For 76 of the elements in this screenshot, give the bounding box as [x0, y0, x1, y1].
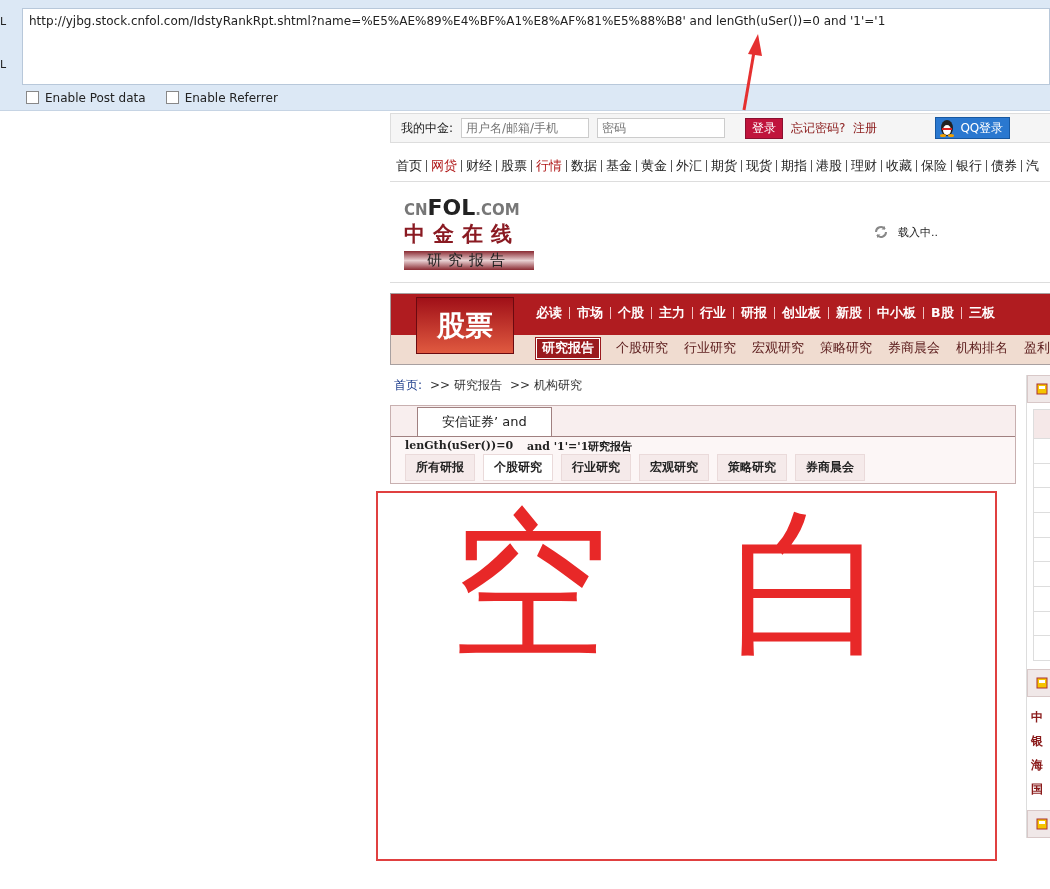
nav-link[interactable]: 银行 — [956, 157, 982, 175]
breadcrumb-link[interactable]: >> 研究报告 — [430, 376, 502, 394]
subnav-tab[interactable]: 行业研究 — [684, 339, 736, 357]
nav-link[interactable]: 创业板 — [782, 304, 821, 322]
nav-link[interactable]: 保险 — [921, 157, 947, 175]
nav-link[interactable]: 主力 — [659, 304, 685, 322]
nav-link[interactable]: 汽 — [1026, 157, 1039, 175]
sidebar-link[interactable]: 银 — [1031, 733, 1050, 750]
subnav-tab[interactable]: 机构排名 — [956, 339, 1008, 357]
report-tab[interactable]: 所有研报 — [405, 454, 475, 481]
nav-link[interactable]: 外汇 — [676, 157, 702, 175]
register-link[interactable]: 注册 — [853, 119, 878, 137]
login-button[interactable]: 登录 — [745, 117, 784, 139]
handwritten-note: 空白 — [450, 505, 1010, 665]
sidebar-link[interactable]: 海 — [1031, 757, 1050, 774]
title-overflow-text: lenGth(uSer())=0 — [405, 439, 514, 454]
site-logo[interactable]: CNFOL.COM 中金在线 研究报告 — [404, 194, 534, 270]
nav-link[interactable]: 财经 — [466, 157, 492, 175]
nav-link[interactable]: 中小板 — [877, 304, 916, 322]
loading-text: 载入中.. — [898, 224, 938, 240]
sidebar-link[interactable]: 中 — [1031, 709, 1050, 726]
breadcrumb-link[interactable]: 首页: — [394, 376, 423, 394]
checkbox-label: Enable Referrer — [184, 90, 278, 105]
checkbox[interactable] — [165, 91, 179, 104]
subnav-tab[interactable]: 研究报告 — [536, 337, 600, 359]
url-field[interactable]: http://yjbg.stock.cnfol.com/IdstyRankRpt.shtml?name=%E5%AE%89%E4%BF%A1%E8%AF%81%E5%88%B8' and lenGth(uSer())=0 and '1'='1 — [22, 8, 1050, 85]
sidebar-link[interactable]: 国 — [1031, 781, 1050, 798]
nav-link[interactable]: 首页 — [396, 157, 422, 175]
folder-icon — [1036, 818, 1048, 830]
report-tab[interactable]: 宏观研究 — [639, 454, 709, 481]
field-label: L — [0, 15, 8, 28]
password-field[interactable]: 密码 — [597, 118, 726, 138]
nav-link[interactable]: 网贷 — [431, 157, 457, 175]
report-tab[interactable]: 行业研究 — [561, 454, 631, 481]
nav-link[interactable]: 行业 — [700, 304, 726, 322]
title-overflow-text: and '1'='1研究报告 — [527, 439, 633, 454]
breadcrumb-link[interactable]: >> 机构研究 — [510, 376, 582, 394]
folder-icon — [1036, 677, 1048, 689]
subnav-tab[interactable]: 宏观研究 — [752, 339, 804, 357]
nav-link[interactable]: 新股 — [836, 304, 862, 322]
report-tab[interactable]: 券商晨会 — [795, 454, 865, 481]
checkbox-label: Enable Post data — [45, 90, 146, 105]
nav-link[interactable]: 数据 — [571, 157, 597, 175]
subnav-tab[interactable]: 盈利 — [1024, 339, 1050, 357]
nav-link[interactable]: 期指 — [781, 157, 807, 175]
nav-link[interactable]: 市场 — [577, 304, 603, 322]
qq-login-button[interactable]: QQ登录 — [935, 117, 1011, 139]
username-field[interactable]: 用户名/邮箱/手机 — [461, 118, 590, 138]
nav-link[interactable]: 行情 — [536, 157, 562, 175]
refresh-icon — [874, 225, 888, 239]
report-tab[interactable]: 个股研究 — [483, 454, 553, 481]
nav-link[interactable]: 必读 — [536, 304, 562, 322]
nav-link[interactable]: 期货 — [711, 157, 737, 175]
section-title: 股票 — [416, 297, 514, 354]
nav-link[interactable]: B股 — [931, 304, 954, 322]
nav-link[interactable]: 现货 — [746, 157, 772, 175]
nav-link[interactable]: 债券 — [991, 157, 1017, 175]
nav-link[interactable]: 港股 — [816, 157, 842, 175]
checkbox[interactable] — [26, 91, 39, 104]
report-tab[interactable]: 策略研究 — [717, 454, 787, 481]
folder-icon — [1036, 383, 1048, 395]
nav-link[interactable]: 理财 — [851, 157, 877, 175]
nav-link[interactable]: 基金 — [606, 157, 632, 175]
nav-link[interactable]: 收藏 — [886, 157, 912, 175]
subnav-tab[interactable]: 策略研究 — [820, 339, 872, 357]
nav-link[interactable]: 研报 — [741, 304, 767, 322]
field-label: L — [0, 58, 8, 71]
forgot-password-link[interactable]: 忘记密码? — [791, 119, 846, 137]
penguin-icon — [938, 119, 957, 137]
subnav-tab[interactable]: 券商晨会 — [888, 339, 940, 357]
nav-link[interactable]: 三板 — [968, 304, 995, 322]
nav-link[interactable]: 个股 — [618, 304, 644, 322]
login-label: 我的中金: — [401, 119, 454, 137]
nav-link[interactable]: 股票 — [501, 157, 527, 175]
subnav-tab[interactable]: 个股研究 — [616, 339, 668, 357]
nav-link[interactable]: 黄金 — [641, 157, 667, 175]
